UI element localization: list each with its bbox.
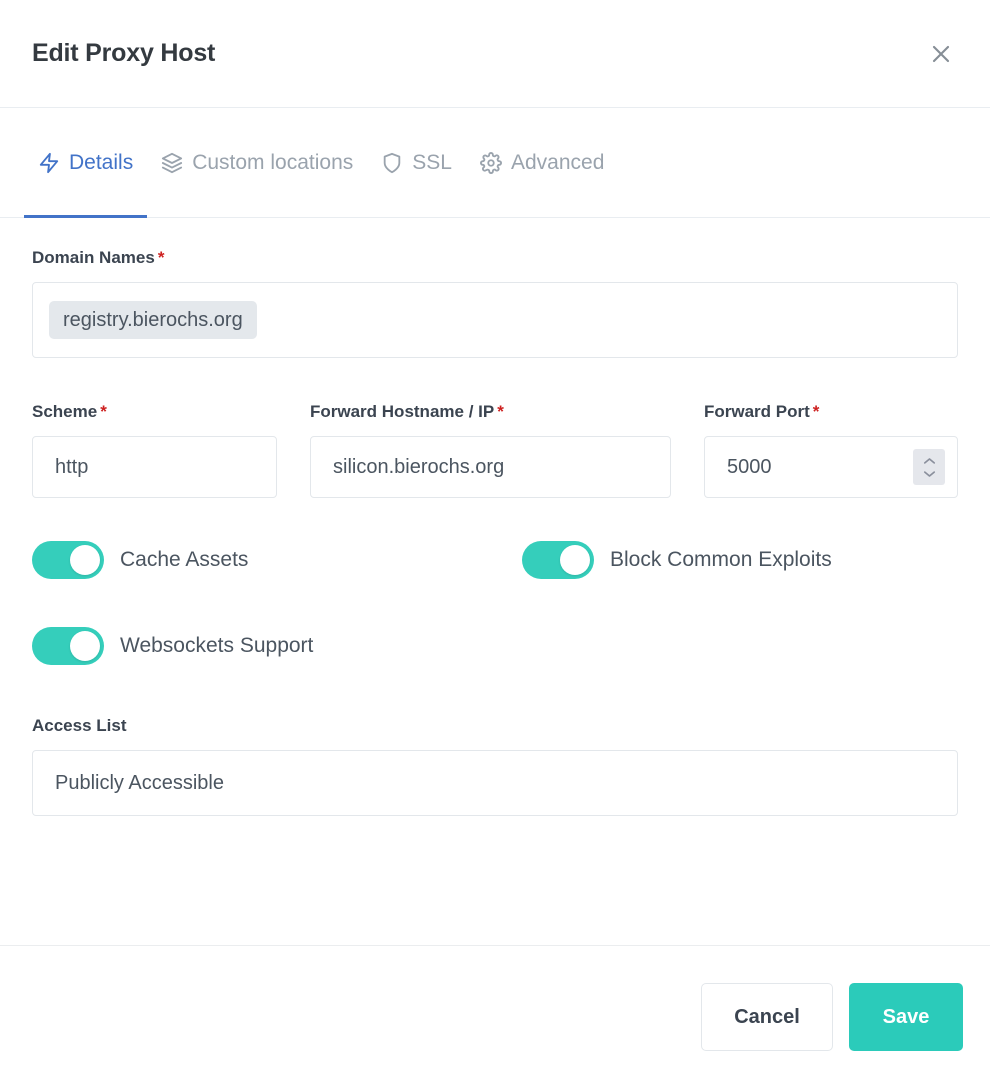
access-list-label: Access List (32, 716, 127, 735)
modal-body: Domain Names * registry.bierochs.org Sche… (0, 218, 990, 945)
cache-assets-label: Cache Assets (120, 548, 249, 571)
tab-custom-locations[interactable]: Custom locations (147, 108, 367, 217)
tab-ssl-label: SSL (412, 150, 452, 174)
layers-icon (161, 152, 183, 174)
zap-icon (38, 152, 60, 174)
domain-tag[interactable]: registry.bierochs.org (49, 301, 257, 339)
shield-icon (381, 152, 403, 174)
switch-knob (70, 631, 100, 661)
forward-hostname-group: Forward Hostname / IP * silicon.bierochs.… (310, 402, 671, 498)
scheme-label: Scheme * (32, 402, 277, 422)
forward-hostname-label-text: Forward Hostname / IP (310, 402, 495, 421)
domain-names-label: Domain Names * (32, 248, 958, 268)
block-common-exploits-label: Block Common Exploits (610, 548, 832, 571)
forward-hostname-label: Forward Hostname / IP * (310, 402, 671, 422)
toggle-websockets-support[interactable]: Websockets Support (32, 622, 958, 670)
cancel-button[interactable]: Cancel (701, 983, 833, 1051)
required-marker: * (497, 402, 504, 421)
tab-advanced-label: Advanced (510, 150, 605, 174)
tab-custom-locations-label: Custom locations (192, 150, 354, 174)
required-marker: * (812, 402, 820, 421)
toggle-cache-assets[interactable]: Cache Assets (32, 536, 522, 584)
required-marker: * (100, 402, 107, 421)
websockets-support-label: Websockets Support (120, 634, 314, 657)
access-list-select[interactable]: Publicly Accessible (32, 750, 958, 816)
forward-port-label: Forward Port * (704, 402, 958, 422)
domain-names-input[interactable]: registry.bierochs.org (32, 282, 958, 358)
gear-icon (480, 151, 502, 174)
toggles-group: Cache Assets Block Common Exploits Webso… (32, 536, 958, 670)
chevron-up-down-icon[interactable] (913, 449, 945, 485)
forward-port-wrap: 5000 (704, 436, 958, 498)
forward-port-group: Forward Port * 5000 (704, 402, 958, 498)
switch-knob (70, 545, 100, 575)
page-title: Edit Proxy Host (32, 39, 216, 67)
forward-port-label-text: Forward Port (704, 402, 810, 421)
cache-assets-switch[interactable] (32, 541, 104, 579)
scheme-group: Scheme * http (32, 402, 277, 498)
tab-bar: Details Custom locations SSL Advanced (0, 108, 990, 218)
toggle-block-common-exploits[interactable]: Block Common Exploits (522, 536, 958, 584)
modal-header: Edit Proxy Host (0, 0, 990, 108)
scheme-select[interactable]: http (32, 436, 277, 498)
edit-proxy-host-modal: Edit Proxy Host Details Custom locations… (0, 0, 990, 1088)
tab-details-label: Details (69, 150, 134, 174)
switch-knob (560, 545, 590, 575)
save-button[interactable]: Save (849, 983, 963, 1051)
scheme-label-text: Scheme (32, 402, 98, 421)
forwarding-row: Scheme * http Forward Hostname / IP * sili… (32, 402, 958, 498)
tab-ssl[interactable]: SSL (367, 108, 466, 217)
domain-names-group: Domain Names * registry.bierochs.org (32, 248, 958, 358)
modal-footer: Cancel Save (0, 945, 990, 1088)
access-list-group: Access List Publicly Accessible (32, 716, 958, 816)
domain-names-label-text: Domain Names (32, 248, 155, 267)
block-common-exploits-switch[interactable] (522, 541, 594, 579)
required-marker: * (157, 248, 165, 267)
websockets-support-switch[interactable] (32, 627, 104, 665)
close-icon[interactable] (924, 37, 958, 71)
tab-details[interactable]: Details (24, 108, 148, 218)
tab-advanced[interactable]: Advanced (466, 108, 618, 217)
forward-hostname-input[interactable]: silicon.bierochs.org (310, 436, 671, 498)
